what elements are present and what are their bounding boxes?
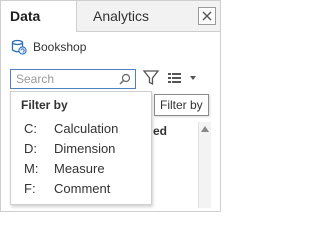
filter-option-dimension[interactable]: D: Dimension	[11, 139, 151, 158]
search-input[interactable]	[11, 70, 119, 88]
filter-option-key: C:	[24, 121, 37, 136]
datasource-item[interactable]: Bookshop	[11, 38, 86, 56]
filter-by-menu: Filter by C: Calculation D: Dimension M:…	[10, 91, 152, 205]
filter-option-comment[interactable]: F: Comment	[11, 179, 151, 198]
search-box[interactable]	[10, 69, 136, 89]
data-pane: Data Analytics Bookshop Search ed Filter…	[0, 0, 221, 212]
filter-option-label: Comment	[54, 181, 111, 196]
funnel-icon[interactable]	[142, 68, 160, 88]
filter-option-calculation[interactable]: C: Calculation	[11, 119, 151, 138]
scroll-up-arrow-icon[interactable]	[201, 126, 209, 132]
tab-bar: Data Analytics	[1, 1, 220, 32]
list-view-icon[interactable]	[167, 71, 201, 85]
filter-option-key: D:	[24, 141, 37, 156]
chevron-down-icon	[190, 76, 196, 80]
collapse-pane-icon[interactable]	[198, 7, 216, 25]
tab-analytics[interactable]: Analytics	[77, 1, 187, 31]
filter-option-label: Measure	[54, 161, 105, 176]
tab-data[interactable]: Data	[1, 1, 77, 32]
filter-option-key: F:	[24, 181, 36, 196]
scrollbar[interactable]	[198, 122, 211, 208]
filter-tooltip: Filter by	[154, 94, 209, 116]
filter-option-label: Dimension	[54, 141, 116, 156]
filter-option-label: Calculation	[54, 121, 119, 136]
filter-option-key: M:	[24, 161, 39, 176]
filter-menu-title: Filter by	[21, 98, 68, 112]
search-icon[interactable]	[119, 73, 131, 85]
datasource-name: Bookshop	[33, 40, 87, 54]
database-refresh-icon	[11, 39, 27, 55]
tab-close-area	[195, 1, 220, 31]
fields-header-fragment: ed	[153, 124, 168, 138]
filter-option-measure[interactable]: M: Measure	[11, 159, 151, 178]
